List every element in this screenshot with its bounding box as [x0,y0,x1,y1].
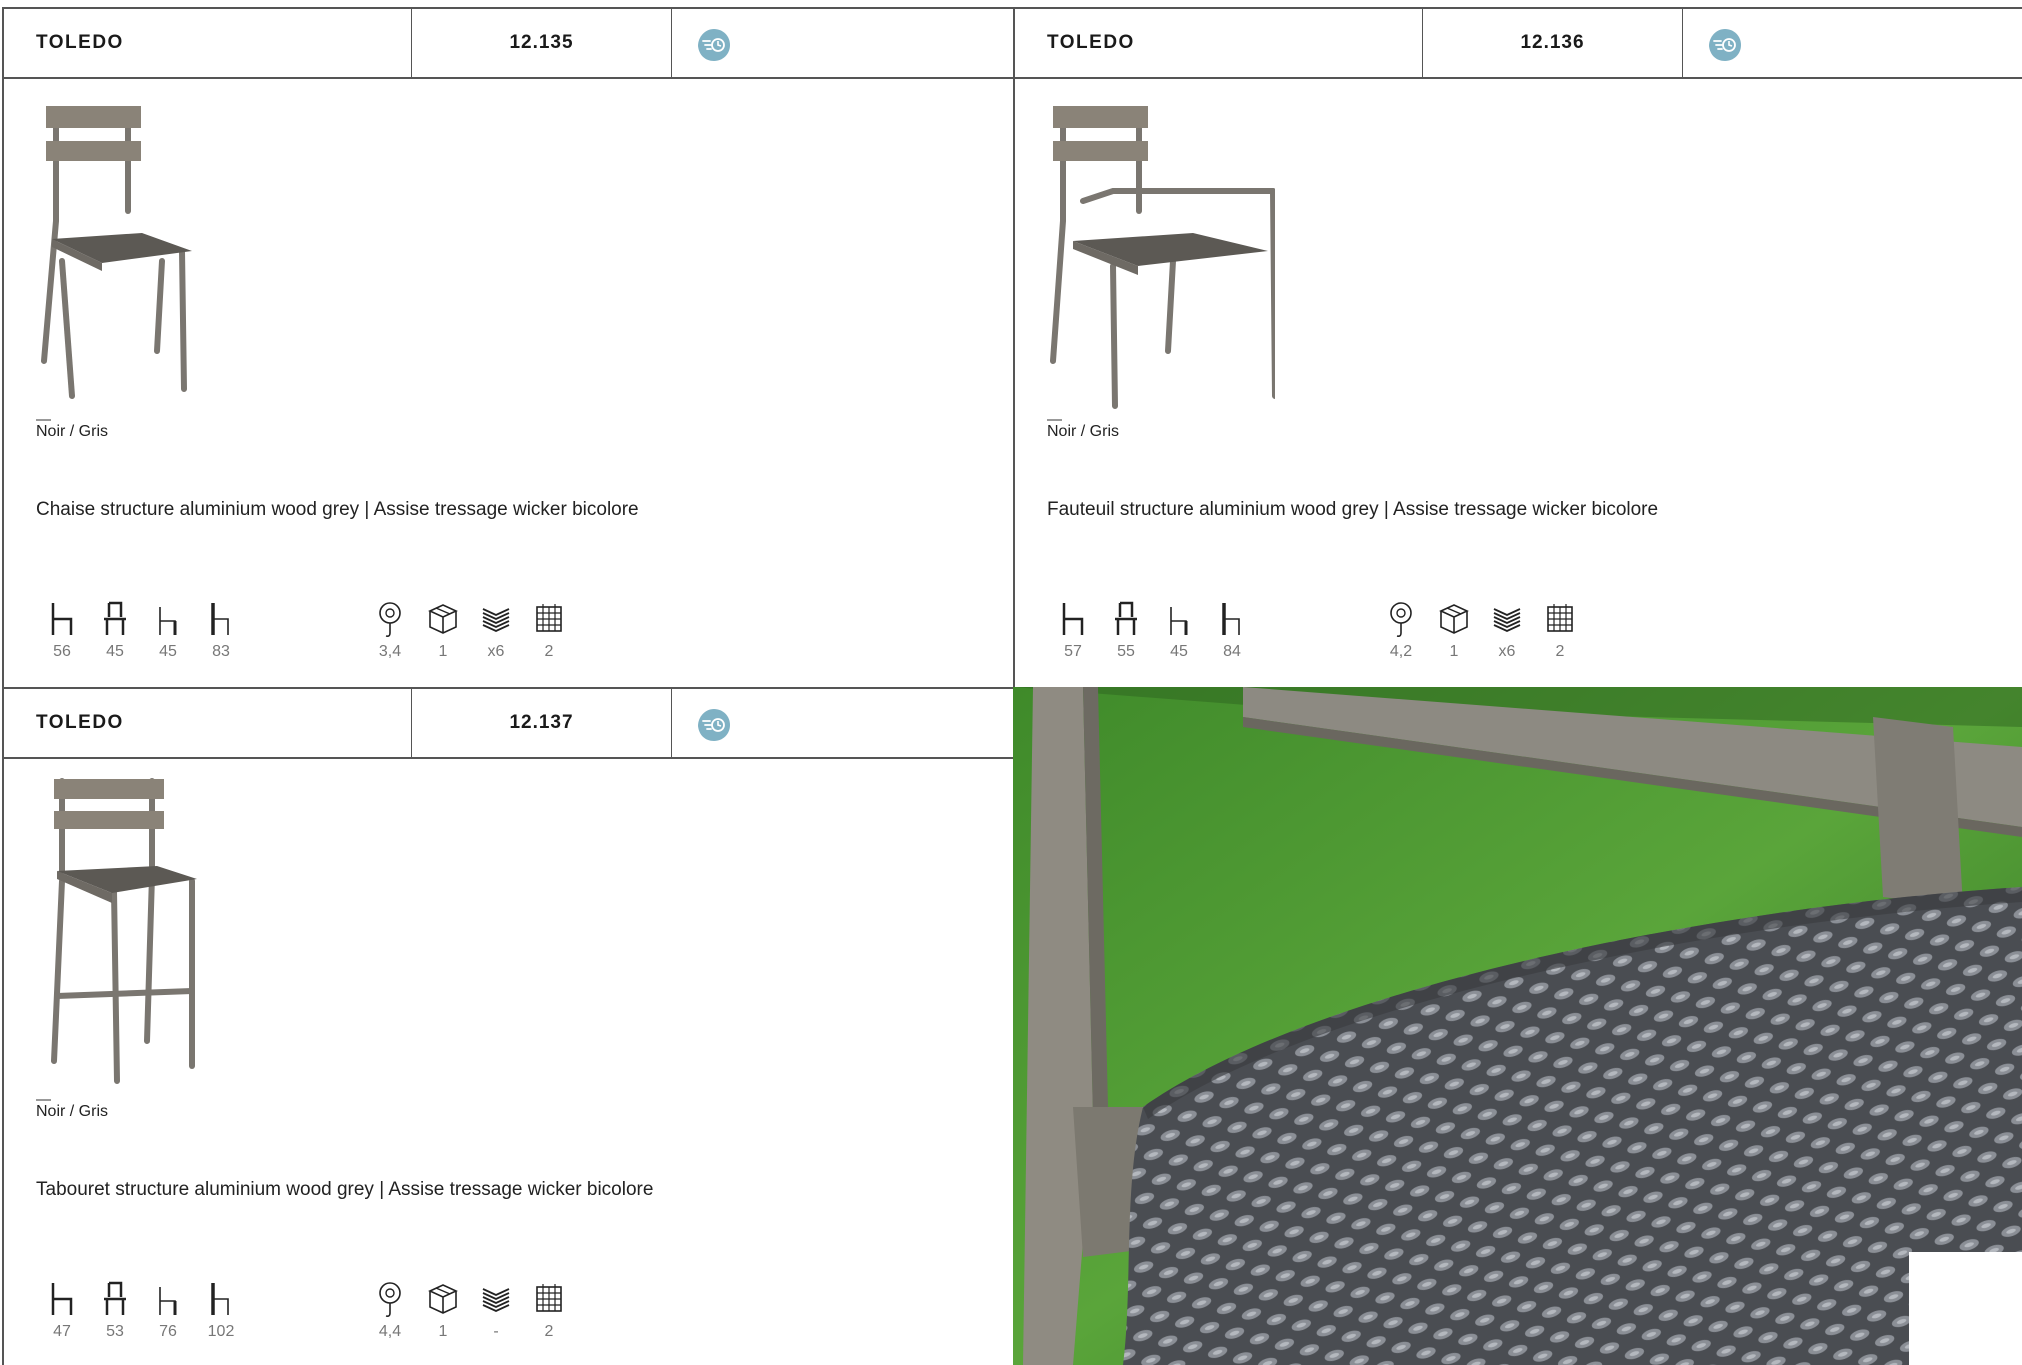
product-header: TOLEDO 12.135 [4,9,1015,79]
dim-width: 57 [1047,599,1099,661]
dim-depth: 55 [1100,599,1152,661]
total-height-icon [211,1283,229,1315]
woven-seat-photo [1013,687,2022,1365]
product-reference: 12.137 [509,712,574,733]
product-card-12-137: TOLEDO 12.137 — Noir / Gris Tabouret str… [2,687,1015,1365]
total-height-icon [211,603,229,635]
depth-icon [1115,601,1137,635]
armchair-photo [1050,106,1275,409]
product-name: TOLEDO [36,712,124,733]
chair-photo [41,106,192,399]
spec-stack: - [470,1279,522,1341]
weight-icon [379,1282,401,1317]
weight-icon [1390,602,1412,637]
width-icon [51,603,73,635]
depth-icon [104,1281,126,1315]
width-icon [1062,603,1084,635]
product-header: TOLEDO 12.136 [1015,9,2022,79]
dim-total-height: 84 [1206,599,1258,661]
product-description: Tabouret structure aluminium wood grey |… [36,1179,654,1200]
spec-stack: x6 [470,599,522,661]
dim-seat-height: 76 [142,1279,194,1341]
calendar-icon [536,604,562,632]
stack-icon [1493,608,1521,632]
color-label: Noir / Gris [36,1103,108,1120]
dim-total-height: 102 [195,1279,247,1341]
product-card-12-136: TOLEDO 12.136 — Noir / Gris Fauteuil str… [1013,7,2022,687]
spec-weight: 3,4 [364,599,416,661]
divider [1682,9,1683,77]
box-icon [428,604,458,634]
product-name: TOLEDO [1047,32,1135,53]
dim-seat-height: 45 [142,599,194,661]
spec-calendar: 2 [523,599,575,661]
color-label: Noir / Gris [1047,423,1119,440]
divider [671,689,672,757]
product-name: TOLEDO [36,32,124,53]
seat-height-icon [159,1287,177,1315]
spec-calendar: 2 [1534,599,1586,661]
catalog-page: TOLEDO 12.135 — Noir / Gris Chaise struc… [0,0,2022,1365]
product-reference: 12.136 [1520,32,1585,53]
product-description: Chaise structure aluminium wood grey | A… [36,499,639,520]
product-card-12-135: TOLEDO 12.135 — Noir / Gris Chaise struc… [2,7,1015,687]
lifestyle-photo [1013,687,2022,1365]
color-label: Noir / Gris [36,423,108,440]
spec-weight: 4,4 [364,1279,416,1341]
depth-icon [104,601,126,635]
calendar-icon [1547,604,1573,632]
delivery-badge-icon [1709,29,1741,61]
product-description: Fauteuil structure aluminium wood grey |… [1047,499,1659,520]
delivery-badge-icon [698,29,730,61]
box-icon [428,1284,458,1314]
divider [671,9,672,77]
spec-box: 1 [417,1279,469,1341]
stack-icon [482,608,510,632]
dim-width: 47 [36,1279,88,1341]
calendar-icon [536,1284,562,1312]
spec-calendar: 2 [523,1279,575,1341]
seat-height-icon [159,607,177,635]
delivery-badge-icon [698,709,730,741]
dim-width: 56 [36,599,88,661]
box-icon [1439,604,1469,634]
spec-stack: x6 [1481,599,1533,661]
dim-depth: 45 [89,599,141,661]
seat-height-icon [1170,607,1188,635]
spec-weight: 4,2 [1375,599,1427,661]
stack-icon [482,1288,510,1312]
total-height-icon [1222,603,1240,635]
weight-icon [379,602,401,637]
dim-total-height: 83 [195,599,247,661]
product-header: TOLEDO 12.137 [4,689,1015,759]
dim-depth: 53 [89,1279,141,1341]
spec-box: 1 [1428,599,1480,661]
product-reference: 12.135 [509,32,574,53]
dim-seat-height: 45 [1153,599,1205,661]
spec-box: 1 [417,599,469,661]
bar-stool-photo [51,778,197,1084]
width-icon [51,1283,73,1315]
